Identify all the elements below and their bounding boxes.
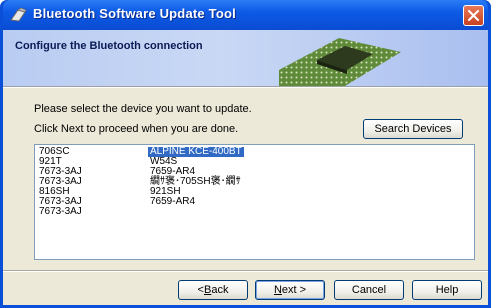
device-list[interactable]: 706SC 921T 7673-3AJ 7673-3AJ 816SH 7673-… <box>34 144 475 260</box>
footer-separator <box>3 270 488 272</box>
instruction-select: Please select the device you want to upd… <box>34 103 252 115</box>
title-bar[interactable]: Bluetooth Software Update Tool <box>3 0 488 30</box>
device-list-column-2: ALPINE KCE-400BT W54S 7659-AR4 繝ｻ褒･705SH… <box>148 147 244 207</box>
banner-divider <box>3 86 488 88</box>
list-item[interactable]: 7659-AR4 <box>150 197 244 207</box>
search-devices-button[interactable]: Search Devices <box>363 119 463 139</box>
close-icon <box>468 10 479 21</box>
app-window: Bluetooth Software Update Tool Configure… <box>0 0 491 308</box>
back-accelerator: B <box>203 284 212 296</box>
help-button[interactable]: Help <box>412 280 482 300</box>
app-icon <box>10 7 27 22</box>
next-label: ext > <box>281 284 307 296</box>
next-accelerator: N <box>273 284 282 296</box>
device-list-column-1: 706SC 921T 7673-3AJ 7673-3AJ 816SH 7673-… <box>39 147 82 217</box>
circuit-board-image <box>279 38 401 86</box>
instruction-next: Click Next to proceed when you are done. <box>34 123 239 135</box>
close-button[interactable] <box>463 5 484 26</box>
window-title: Bluetooth Software Update Tool <box>33 6 236 21</box>
banner-heading: Configure the Bluetooth connection <box>15 40 203 52</box>
header-banner: Configure the Bluetooth connection <box>3 30 488 86</box>
back-button[interactable]: < Back <box>178 280 248 300</box>
back-label: ack <box>211 284 229 296</box>
list-item[interactable]: 7673-3AJ <box>39 207 82 217</box>
next-button[interactable]: Next > <box>255 280 325 300</box>
cancel-button[interactable]: Cancel <box>334 280 404 300</box>
dialog-body: Configure the Bluetooth connection Pleas… <box>3 30 488 305</box>
